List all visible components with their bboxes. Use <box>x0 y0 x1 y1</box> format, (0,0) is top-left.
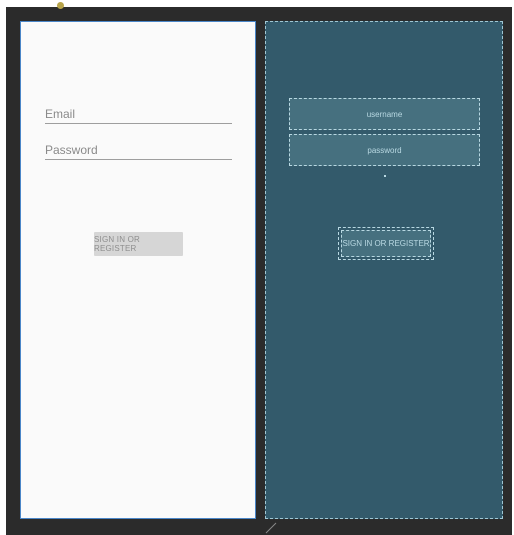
design-preview-pane[interactable]: Email Password SIGN IN OR REGISTER <box>20 21 256 519</box>
sign-in-button-label: SIGN IN OR REGISTER <box>94 235 141 253</box>
email-field-hint: Email <box>45 107 76 121</box>
resize-handle-icon[interactable] <box>265 522 277 534</box>
blueprint-username-label: username <box>366 109 403 119</box>
password-field[interactable]: Password <box>45 143 232 160</box>
blueprint-password-label: password <box>367 145 402 155</box>
email-field[interactable]: Email <box>45 107 232 124</box>
status-dot <box>57 2 64 9</box>
blueprint-marker <box>384 175 386 177</box>
blueprint-sign-in-label: SIGN IN OR REGISTER <box>342 239 430 248</box>
password-field-hint: Password <box>45 143 98 157</box>
blueprint-password-field[interactable]: password <box>289 134 480 166</box>
blueprint-username-field[interactable]: username <box>289 98 480 130</box>
sign-in-button[interactable]: SIGN IN OR REGISTER <box>94 232 183 256</box>
blueprint-sign-in-button[interactable]: SIGN IN OR REGISTER <box>338 227 434 260</box>
blueprint-pane[interactable]: username password SIGN IN OR REGISTER <box>265 21 503 519</box>
